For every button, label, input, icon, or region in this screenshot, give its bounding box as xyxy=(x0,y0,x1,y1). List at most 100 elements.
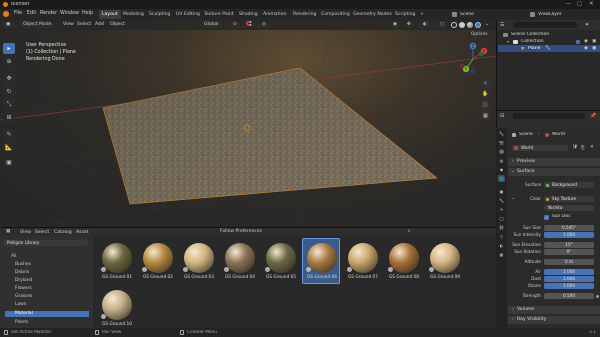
close-button[interactable]: ✕ xyxy=(589,1,594,7)
scene-tab-icon[interactable]: ◆ xyxy=(498,166,505,173)
menu-view[interactable]: View xyxy=(63,22,74,28)
properties-search-field[interactable] xyxy=(513,113,585,119)
zoom-icon[interactable]: ⌕ xyxy=(481,78,490,87)
gizmo-toggle-icon[interactable]: ✥ xyxy=(404,22,414,28)
catalog-plants[interactable]: Plants xyxy=(5,320,89,326)
transform-icon[interactable]: ⊞ xyxy=(3,112,15,123)
duplicate-icon[interactable]: ⎘ xyxy=(581,145,585,151)
world-datablock-field[interactable]: World xyxy=(512,145,568,151)
outliner-item-plane[interactable]: Plane xyxy=(528,46,541,51)
sun-intensity-field[interactable]: 1.000 xyxy=(544,232,594,238)
visibility-eye-icon[interactable]: ◉ xyxy=(584,39,588,44)
perspective-toggle-icon[interactable]: ▦ xyxy=(481,111,490,120)
shading-wireframe-icon[interactable] xyxy=(451,22,457,28)
menu-render[interactable]: Render xyxy=(40,11,57,16)
tab-texture-paint[interactable]: Texture Paint xyxy=(201,10,237,19)
add-workspace-button[interactable]: + xyxy=(417,10,427,19)
sun-rotation-field[interactable]: 0° xyxy=(544,249,594,255)
asset-item[interactable]: GS Ground 01 xyxy=(98,239,136,285)
catalog-bushes[interactable]: Bushes xyxy=(5,262,89,268)
volume-panel[interactable]: Volume xyxy=(508,306,600,314)
render-tab-icon[interactable]: 📷 xyxy=(498,139,505,146)
xray-toggle-icon[interactable]: ▢ xyxy=(437,22,448,28)
catalog-material[interactable]: Material xyxy=(5,311,89,317)
move-icon[interactable]: ✥ xyxy=(3,73,15,84)
asset-menu-asset[interactable]: Asset xyxy=(76,230,89,236)
menu-help[interactable]: Help xyxy=(82,11,93,16)
tab-sculpting[interactable]: Sculpting xyxy=(146,10,173,19)
fake-user-icon[interactable]: 🛡 xyxy=(572,145,578,150)
color-texture-field[interactable]: Sky Texture xyxy=(544,196,594,202)
pin-icon[interactable]: 📌 xyxy=(590,113,596,119)
object-mode-dropdown[interactable]: Object Mode xyxy=(20,22,55,28)
import-method-dropdown[interactable]: Follow Preferences xyxy=(217,229,272,235)
shading-rendered-icon[interactable] xyxy=(475,22,481,28)
cursor-icon[interactable]: ⊕ xyxy=(3,56,15,67)
ozone-field[interactable]: 1.000 xyxy=(544,283,594,289)
surface-shader-field[interactable]: Background xyxy=(544,182,594,188)
altitude-field[interactable]: 0 m xyxy=(544,259,594,265)
tab-scripting[interactable]: Scripting xyxy=(392,10,418,19)
catalog-debris[interactable]: Debris xyxy=(5,270,89,276)
collection-expand-icon[interactable]: ▾ xyxy=(507,39,509,44)
world-tab-icon[interactable]: 🌐 xyxy=(498,175,505,182)
transform-orientation-dropdown[interactable]: Global xyxy=(201,22,222,28)
navigation-gizmo[interactable]: X Y Z xyxy=(454,40,492,78)
overlay-toggle-icon[interactable]: ◐ xyxy=(420,22,430,28)
maximize-button[interactable]: □ xyxy=(577,1,582,7)
tab-modeling[interactable]: Modeling xyxy=(120,10,147,19)
shading-material-icon[interactable] xyxy=(467,22,473,28)
asset-search-icon[interactable]: ⌕ xyxy=(405,229,483,235)
tool-tab-icon[interactable]: 🔧 xyxy=(498,130,505,137)
surface-panel[interactable]: Surface xyxy=(508,168,600,176)
material-tab-icon[interactable]: ◐ xyxy=(498,242,505,249)
outliner-editor-icon[interactable]: ☰ xyxy=(500,22,504,28)
rotate-icon[interactable]: ↻ xyxy=(3,86,15,97)
asset-editor-type-button[interactable]: ▦ xyxy=(3,229,15,235)
sun-disc-checkbox[interactable]: ✓ xyxy=(544,214,549,220)
outliner-search-field[interactable] xyxy=(513,22,577,28)
asset-item[interactable]: GS Ground 08 xyxy=(385,239,423,285)
measure-icon[interactable]: 📐 xyxy=(3,142,15,153)
menu-file[interactable]: File xyxy=(14,11,22,16)
object-tab-icon[interactable]: ▣ xyxy=(498,188,505,195)
menu-select[interactable]: Select xyxy=(77,22,91,28)
strength-field[interactable]: 0.500 xyxy=(544,293,594,299)
modifier-tab-icon[interactable]: 🔧 xyxy=(498,197,505,204)
checkbox-icon[interactable] xyxy=(576,40,580,44)
particles-tab-icon[interactable]: ✶ xyxy=(498,206,505,213)
tab-compositing[interactable]: Compositing xyxy=(318,10,353,19)
asset-item[interactable]: GS Ground 03 xyxy=(180,239,218,285)
menu-edit[interactable]: Edit xyxy=(27,11,36,16)
catalog-flowers[interactable]: Flowers xyxy=(5,286,89,292)
asset-menu-view[interactable]: View xyxy=(20,230,31,236)
catalog-all[interactable]: All xyxy=(5,254,89,260)
asset-item[interactable]: GS Ground 04 xyxy=(221,239,259,285)
pivot-icon[interactable]: ⊙ xyxy=(230,22,240,28)
library-dropdown[interactable]: Poliigon Library xyxy=(4,240,88,246)
catalog-dryland[interactable]: Dryland xyxy=(5,278,89,284)
output-tab-icon[interactable]: 🖨 xyxy=(498,148,505,155)
visibility-eye-icon[interactable]: ◉ xyxy=(584,46,588,51)
camera-restrict-icon[interactable]: ▣ xyxy=(592,46,596,51)
menu-window[interactable]: Window xyxy=(60,11,79,16)
visibility-icon[interactable]: ◉ xyxy=(390,22,400,28)
scene-selector[interactable]: Scene xyxy=(460,12,474,17)
pan-hand-icon[interactable]: ✋ xyxy=(481,89,490,98)
minimize-button[interactable]: — xyxy=(566,1,571,7)
air-field[interactable]: 1.000 xyxy=(544,269,594,275)
scene-collection-label[interactable]: Scene Collection xyxy=(511,32,549,37)
select-box-icon[interactable]: ▸ xyxy=(3,43,15,54)
asset-menu-catalog[interactable]: Catalog xyxy=(54,230,72,236)
asset-item[interactable]: GS Ground 02 xyxy=(139,239,177,285)
properties-editor-icon[interactable]: ⊟ xyxy=(500,113,504,119)
catalog-lawn[interactable]: Lawn xyxy=(5,302,89,308)
ray-visibility-panel[interactable]: Ray Visibility xyxy=(508,316,600,324)
asset-menu-select[interactable]: Select xyxy=(35,230,49,236)
asset-item[interactable]: GS Ground 10 xyxy=(98,286,136,332)
snap-icon[interactable]: 🧲 xyxy=(243,22,255,28)
filter-icon[interactable]: ⏷ xyxy=(585,22,589,28)
preview-panel[interactable]: Preview xyxy=(508,158,600,166)
view-layer-selector[interactable]: ViewLayer xyxy=(538,12,562,17)
tab-rendering[interactable]: Rendering xyxy=(290,10,319,19)
